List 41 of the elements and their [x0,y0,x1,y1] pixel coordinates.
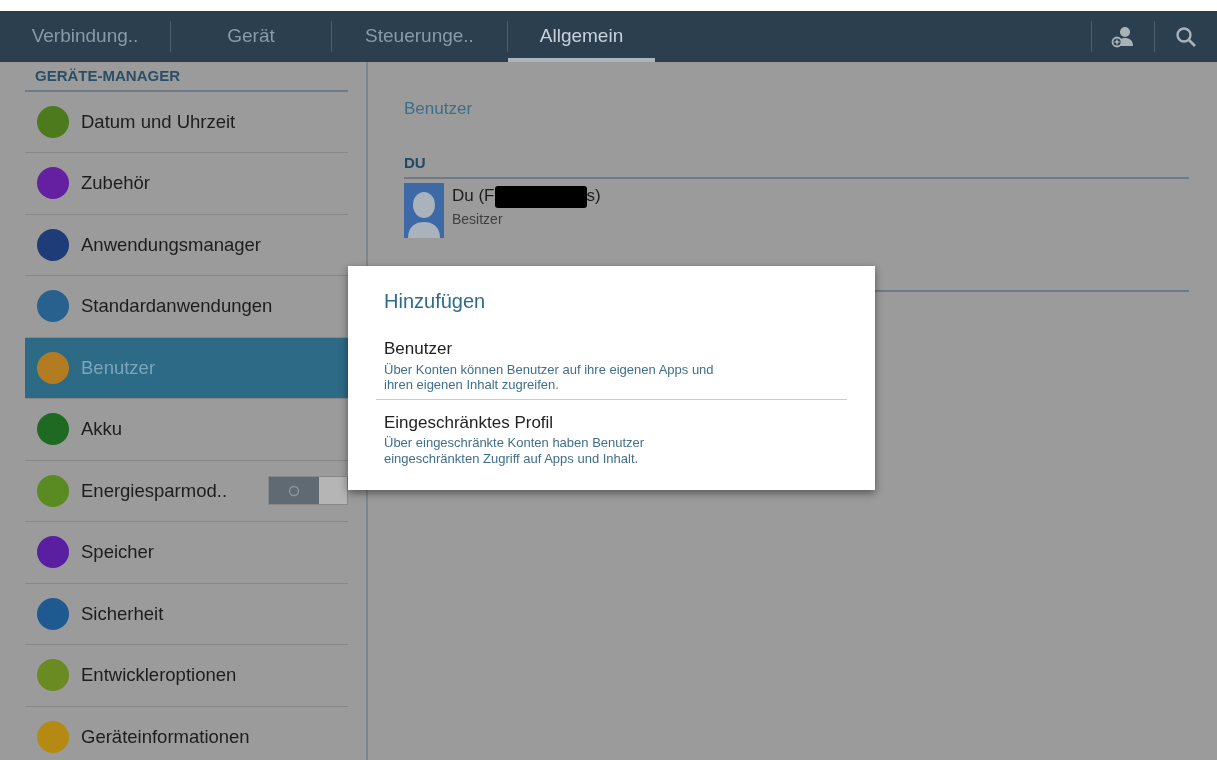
item-label: Entwickleroptionen [81,663,237,688]
sidebar-item[interactable]: Datum und Uhrzeit [25,91,348,153]
user-name-part: Du (F [452,186,495,205]
option-title[interactable]: Eingeschränktes Profil [384,409,847,436]
avatar-icon [404,183,444,238]
item-label: Geräteinformationen [81,724,250,749]
toggle-knob[interactable] [269,477,319,505]
off-icon [288,484,300,497]
section-header: GERÄTE-MANAGER [25,62,348,92]
item-label: Standardanwendungen [81,294,273,319]
tab[interactable]: Gerät [171,11,331,62]
search-icon [1175,25,1197,48]
toggle-switch[interactable] [268,476,348,506]
sidebar-item[interactable]: Anwendungsmanager [25,214,348,276]
sidebar-item[interactable]: Geräteinformationen [25,706,348,760]
option-description: Über Konten können Benutzer auf ihre eigenen Apps und ihren eigenen Inhalt zugreifen. [384,361,715,393]
item-label: Speicher [81,540,154,565]
item-label: Sicherheit [81,601,164,626]
tab[interactable]: Verbindung.. [0,11,170,62]
item-label: Energiesparmod.. [81,478,228,503]
item-label: Akku [81,417,123,442]
user-name-part: s) [586,186,601,205]
sidebar-item[interactable]: Zubehör [25,153,348,215]
sidebar-item[interactable]: Energiesparmod.. [25,460,348,522]
user-role: Besitzer [452,209,504,229]
item-label: Datum und Uhrzeit [81,109,236,134]
section-header: DU [404,151,1189,179]
sidebar-item[interactable]: Sicherheit [25,583,348,645]
item-label: Benutzer [81,355,156,380]
add-user-icon [1111,25,1135,48]
sidebar-item[interactable]: Entwickleroptionen [25,645,348,707]
option-description: Über eingeschränkte Konten haben Benutzer eingeschränkten Zugriff auf Apps und Inhalt. [384,435,646,467]
sidebar-item[interactable]: Standardanwendungen [25,276,348,338]
sidebar-item[interactable]: Speicher [25,522,348,584]
option-title[interactable]: Benutzer [384,336,847,362]
item-label: Zubehör [81,171,150,196]
item-label: Anwendungsmanager [81,232,261,257]
tab[interactable]: Steuerunge.. [332,11,507,62]
page-title: Benutzer [404,98,474,120]
dialog-title: Hinzufügen [384,289,487,314]
sidebar-item[interactable]: Akku [25,399,348,461]
